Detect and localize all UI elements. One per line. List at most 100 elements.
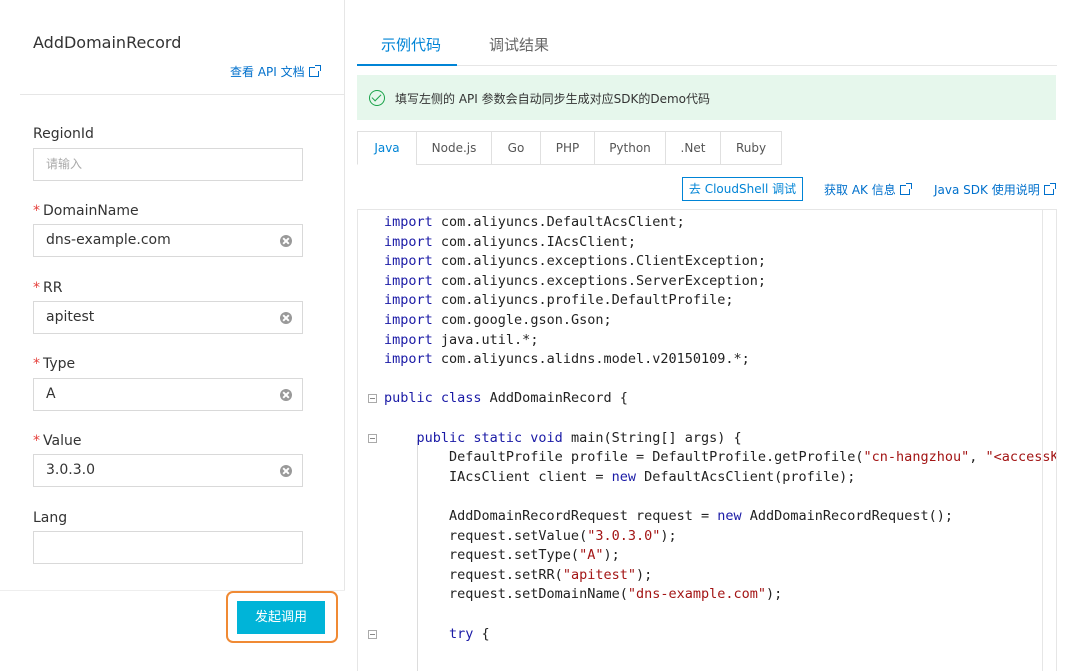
sdk-guide-link-label: Java SDK 使用说明 [934,183,1040,197]
code-editor[interactable]: import com.aliyuncs.DefaultAcsClient; imp… [357,209,1057,671]
code-text: import com.aliyuncs.DefaultAcsClient; [384,214,685,230]
clear-icon[interactable] [280,235,292,247]
code-line: DefaultProfile profile = DefaultProfile.… [358,448,1056,468]
code-line: AddDomainRecordRequest request = new Add… [358,507,1056,527]
code-text: request.setValue("3.0.3.0"); [384,527,677,544]
lang-tab-dotnet[interactable]: .Net [665,131,721,165]
type-input[interactable]: A [33,378,303,411]
clear-icon[interactable] [280,465,292,477]
lang-tab-go[interactable]: Go [491,131,541,165]
code-line: request.setValue("3.0.3.0"); [358,527,1056,547]
type-value: A [46,386,56,402]
regionid-input[interactable]: 请输入 [33,148,303,181]
rr-value: apitest [46,309,95,325]
required-mark: * [33,433,40,449]
code-line: import com.aliyuncs.alidns.model.v201501… [358,350,1056,370]
required-mark: * [33,356,40,372]
domainname-label: DomainName [43,203,139,219]
code-text: AddDomainRecordRequest request = new Add… [384,508,953,524]
code-line: import com.aliyuncs.exceptions.ServerExc… [358,272,1056,292]
lang-tab-nodejs[interactable]: Node.js [416,131,492,165]
value-input[interactable]: 3.0.3.0 [33,454,303,487]
code-line: import com.aliyuncs.exceptions.ClientExc… [358,252,1056,272]
api-doc-link-label: 查看 API 文档 [230,65,305,79]
language-tabs: Java Node.js Go PHP Python .Net Ruby [357,131,782,165]
code-line: import com.aliyuncs.profile.DefaultProfi… [358,291,1056,311]
lang-tab-java[interactable]: Java [357,131,417,165]
type-label: Type [43,356,76,372]
rr-label: RR [43,280,63,296]
fold-toggle-icon[interactable] [368,394,377,404]
lang-input[interactable] [33,531,303,564]
required-mark: * [33,280,40,296]
code-text: IAcsClient client = new DefaultAcsClient… [384,468,856,485]
code-line: import com.aliyuncs.IAcsClient; [358,233,1056,253]
regionid-label: RegionId [33,126,94,142]
code-line: import java.util.*; [358,331,1056,351]
field-label-lang: Lang [33,510,67,526]
tab-debug-result[interactable]: 调试结果 [489,34,549,55]
code-text: import com.google.gson.Gson; [384,312,612,328]
external-link-icon [308,65,321,77]
ak-info-link[interactable]: 获取 AK 信息 [824,181,912,198]
field-label-regionid: RegionId [33,126,94,142]
editor-scroll-edge [1042,209,1043,671]
code-line: try { [358,625,1056,645]
code-line: request.setDomainName("dns-example.com")… [358,585,1056,605]
cloudshell-debug-button[interactable]: 去 CloudShell 调试 [682,177,803,201]
code-line: request.setRR("apitest"); [358,566,1056,586]
code-line: public class AddDomainRecord { [358,389,1056,409]
clear-icon[interactable] [280,389,292,401]
lang-tab-python[interactable]: Python [594,131,666,165]
code-text: import java.util.*; [384,331,539,348]
field-label-rr: * RR [33,280,62,296]
code-line: IAcsClient client = new DefaultAcsClient… [358,468,1056,488]
lang-label: Lang [33,510,68,526]
code-text: public static void main(String[] args) { [384,429,742,446]
domainname-input[interactable]: dns-example.com [33,224,303,257]
parameter-panel: AddDomainRecord 查看 API 文档 RegionId 请输入 *… [0,0,345,671]
field-label-value: * Value [33,433,81,449]
code-text: import com.aliyuncs.exceptions.ServerExc… [384,272,767,289]
lang-tab-ruby[interactable]: Ruby [720,131,782,165]
code-text: request.setDomainName("dns-example.com")… [384,586,783,603]
value-value: 3.0.3.0 [46,462,95,478]
ak-info-link-label: 获取 AK 信息 [824,183,896,197]
external-link-icon [899,183,912,195]
tab-sample-code[interactable]: 示例代码 [381,34,441,55]
code-text: request.setType("A"); [384,547,620,564]
domainname-value: dns-example.com [46,232,171,248]
code-line: request.setType("A"); [358,546,1056,566]
clear-icon[interactable] [280,312,292,324]
code-text: try { [384,625,490,642]
code-text: import com.aliyuncs.exceptions.ClientExc… [384,253,767,270]
code-text: request.setRR("apitest"); [384,566,653,583]
value-label: Value [43,433,82,449]
fold-toggle-icon[interactable] [368,629,377,639]
divider [20,94,345,95]
external-link-icon [1043,183,1056,195]
code-text: public class AddDomainRecord { [384,390,628,407]
code-text: import com.aliyuncs.profile.DefaultProfi… [384,292,734,309]
code-text: import com.aliyuncs.alidns.model.v201501… [384,351,750,368]
result-tabs: 示例代码 调试结果 [357,30,1057,66]
sdk-guide-link[interactable]: Java SDK 使用说明 [934,181,1056,198]
invoke-button[interactable]: 发起调用 [237,601,325,634]
check-circle-icon [369,90,385,106]
lang-tab-php[interactable]: PHP [540,131,595,165]
rr-input[interactable]: apitest [33,301,303,334]
field-label-domainname: * DomainName [33,203,139,219]
fold-toggle-icon[interactable] [368,433,377,443]
active-tab-indicator [357,64,457,66]
code-text: import com.aliyuncs.IAcsClient; [384,233,636,250]
field-label-type: * Type [33,356,75,372]
regionid-placeholder: 请输入 [46,157,83,171]
code-line: public static void main(String[] args) { [358,429,1056,449]
info-banner-text: 填写左侧的 API 参数会自动同步生成对应SDK的Demo代码 [395,92,710,106]
api-doc-link[interactable]: 查看 API 文档 [230,63,321,80]
code-line: import com.aliyuncs.DefaultAcsClient; [358,213,1056,233]
